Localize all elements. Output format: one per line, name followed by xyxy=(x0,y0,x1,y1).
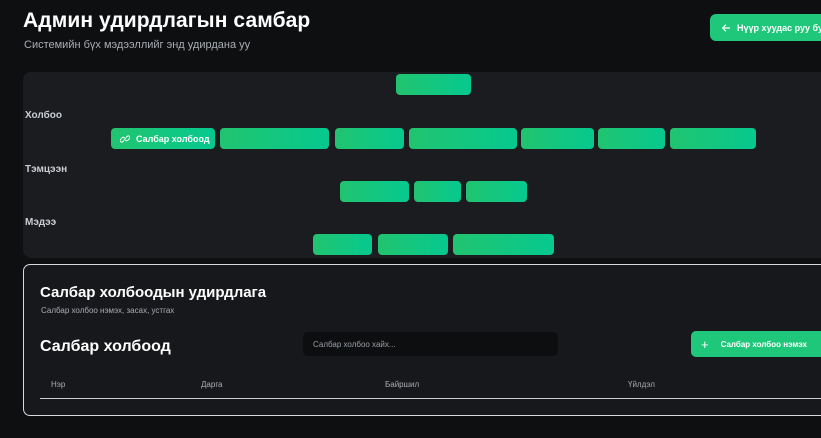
page-subtitle: Системийн бүх мэдээллийг энд удирдана уу xyxy=(24,39,251,51)
section-label-holboo: Холбоо xyxy=(25,110,63,121)
page-title: Админ удирдлагын самбар xyxy=(23,9,311,32)
nav-item-top[interactable] xyxy=(396,74,471,95)
admin-dashboard: Админ удирдлагын самбар Системийн бүх мэ… xyxy=(0,0,821,438)
column-header-head: Дарга xyxy=(201,380,223,389)
column-header-name: Нэр xyxy=(51,380,66,389)
nav-item[interactable] xyxy=(453,234,554,255)
home-button-label: Нүүр хуудас руу буцах xyxy=(737,22,821,33)
list-title: Салбар холбоод xyxy=(40,338,171,355)
arrow-left-icon xyxy=(722,23,731,32)
nav-panel: Холбоо Салбар холбоод Тэмцээн Мэдээ xyxy=(23,72,821,258)
search-input[interactable] xyxy=(303,332,558,356)
column-header-location: Байршил xyxy=(385,380,420,389)
branch-management-card: Салбар холбоодын удирдлага Салбар холбоо… xyxy=(23,264,821,416)
column-header-actions: Үйлдэл xyxy=(628,380,655,389)
nav-item[interactable] xyxy=(409,128,517,149)
nav-item[interactable] xyxy=(378,234,448,255)
plus-icon: + xyxy=(701,336,709,352)
nav-item[interactable] xyxy=(521,128,594,149)
add-branch-button[interactable]: + Салбар холбоо нэмэх xyxy=(691,331,821,357)
link-icon xyxy=(120,134,130,143)
section-label-medee: Мэдээ xyxy=(25,217,57,228)
card-title: Салбар холбоодын удирдлага xyxy=(40,284,267,301)
nav-item[interactable] xyxy=(670,128,756,149)
nav-item[interactable] xyxy=(313,234,372,255)
section-label-temtseen: Тэмцээн xyxy=(25,164,68,175)
nav-item-label: Салбар холбоод xyxy=(136,133,210,144)
home-button[interactable]: Нүүр хуудас руу буцах xyxy=(710,14,821,41)
nav-item[interactable] xyxy=(335,128,404,149)
nav-item[interactable] xyxy=(598,128,665,149)
table-header: Нэр Дарга Байршил Үйлдэл xyxy=(40,371,821,399)
nav-item[interactable] xyxy=(220,128,329,149)
card-subtitle: Салбар холбоо нэмэх, засах, устгах xyxy=(41,306,175,315)
add-branch-label: Салбар холбоо нэмэх xyxy=(720,339,807,349)
nav-item[interactable] xyxy=(340,181,409,202)
nav-item[interactable] xyxy=(414,181,461,202)
nav-item-salbar-holbood[interactable]: Салбар холбоод xyxy=(111,128,215,149)
nav-item[interactable] xyxy=(466,181,527,202)
